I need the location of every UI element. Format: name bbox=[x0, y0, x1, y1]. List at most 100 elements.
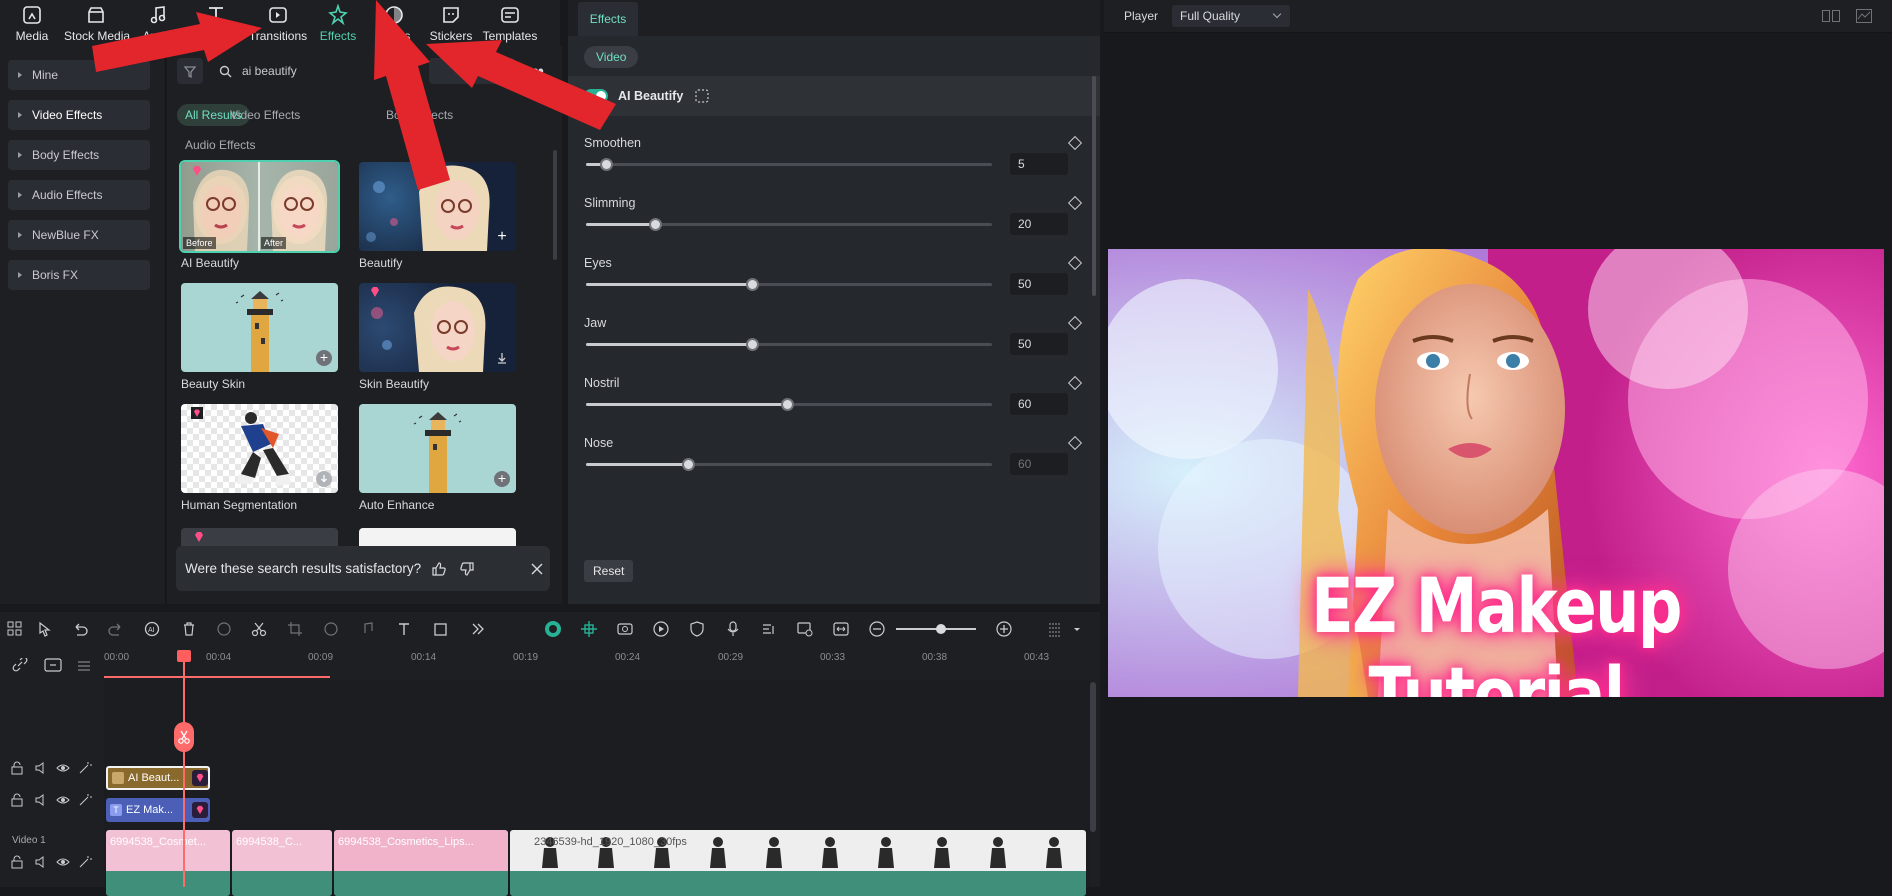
select-pointer-icon[interactable] bbox=[36, 620, 54, 638]
zoom-slider[interactable] bbox=[896, 624, 976, 634]
tab-body-effects[interactable]: Body Effects bbox=[378, 104, 461, 126]
keyframe-icon[interactable] bbox=[1067, 315, 1083, 331]
chevron-down-icon[interactable] bbox=[1072, 620, 1090, 638]
shield-icon[interactable] bbox=[688, 620, 706, 638]
add-icon[interactable]: + bbox=[316, 350, 332, 366]
magic-wand-icon[interactable] bbox=[78, 855, 92, 869]
zoom-slider-handle[interactable] bbox=[936, 624, 946, 634]
close-icon[interactable] bbox=[531, 563, 543, 575]
shape-icon[interactable] bbox=[432, 620, 450, 638]
quality-dropdown[interactable]: Full Quality bbox=[1172, 5, 1290, 27]
tab-audio-effects[interactable]: Audio Effects bbox=[177, 134, 264, 156]
sidebar-item-audio-effects[interactable]: Audio Effects bbox=[8, 180, 150, 210]
effect-card-skin-beautify[interactable]: Skin Beautify bbox=[359, 283, 516, 391]
speaker-icon[interactable] bbox=[34, 855, 48, 869]
param-slider[interactable] bbox=[586, 338, 992, 351]
keyframe-icon[interactable] bbox=[1067, 195, 1083, 211]
toolbar-audio[interactable]: Audio bbox=[128, 4, 188, 43]
color-icon[interactable] bbox=[322, 620, 340, 638]
eye-icon[interactable] bbox=[56, 761, 70, 775]
track-layout-icon[interactable] bbox=[1046, 620, 1064, 638]
toolbar-templates[interactable]: Templates bbox=[478, 4, 542, 43]
more-options-icon[interactable]: ••• bbox=[522, 58, 548, 84]
lock-icon[interactable] bbox=[10, 855, 24, 869]
magic-wand-icon[interactable] bbox=[78, 793, 92, 807]
zoom-in-icon[interactable] bbox=[995, 620, 1013, 638]
voiceover-icon[interactable] bbox=[760, 620, 778, 638]
param-value-input[interactable]: 50 bbox=[1010, 333, 1068, 355]
eye-icon[interactable] bbox=[56, 793, 70, 807]
add-track-icon[interactable] bbox=[44, 658, 62, 672]
param-value-input[interactable]: 50 bbox=[1010, 273, 1068, 295]
results-scrollbar[interactable] bbox=[553, 150, 557, 260]
toolbar-titles[interactable]: Titles bbox=[186, 4, 246, 43]
keyframe-icon[interactable] bbox=[1067, 255, 1083, 271]
thumbs-up-icon[interactable] bbox=[431, 561, 447, 577]
track-manager-icon[interactable] bbox=[76, 658, 92, 672]
video-clip[interactable]: 6994538_Cosmetics_Lips... bbox=[334, 830, 508, 896]
param-value-input[interactable]: 60 bbox=[1010, 393, 1068, 415]
add-icon[interactable]: + bbox=[494, 471, 510, 487]
link-icon[interactable] bbox=[12, 658, 28, 672]
delete-icon[interactable] bbox=[180, 620, 198, 638]
sidebar-item-body-effects[interactable]: Body Effects bbox=[8, 140, 150, 170]
redo-icon[interactable] bbox=[107, 620, 125, 638]
param-slider[interactable] bbox=[586, 398, 992, 411]
search-input[interactable]: ai beautify bbox=[211, 58, 427, 84]
playhead[interactable] bbox=[183, 650, 185, 887]
toolbar-stickers[interactable]: Stickers bbox=[419, 4, 483, 43]
snap-icon[interactable] bbox=[580, 620, 598, 638]
lock-icon[interactable] bbox=[10, 793, 24, 807]
video-clip[interactable]: 2346539-hd_1920_1080_30fps bbox=[510, 830, 1086, 896]
reset-button[interactable]: Reset bbox=[584, 560, 634, 582]
timeline-ruler[interactable]: 00:00 00:04 00:09 00:14 00:19 00:24 00:2… bbox=[104, 648, 1090, 680]
fit-icon[interactable] bbox=[832, 620, 850, 638]
param-slider[interactable] bbox=[586, 458, 992, 471]
filter-button[interactable] bbox=[177, 58, 203, 84]
zoom-out-icon[interactable] bbox=[868, 620, 886, 638]
effect-card-beauty-skin[interactable]: + Beauty Skin bbox=[181, 283, 338, 391]
slider-handle[interactable] bbox=[681, 458, 695, 471]
slider-handle[interactable] bbox=[600, 158, 614, 171]
sidebar-item-boris-fx[interactable]: Boris FX bbox=[8, 260, 150, 290]
tab-effects[interactable]: Effects bbox=[578, 2, 638, 36]
crop-icon[interactable] bbox=[286, 620, 304, 638]
toolbar-stock-media[interactable]: Stock Media bbox=[64, 4, 130, 43]
effect-enable-toggle[interactable] bbox=[584, 89, 608, 103]
audio-icon[interactable] bbox=[358, 620, 376, 638]
magic-wand-icon[interactable] bbox=[78, 761, 92, 775]
detach-icon[interactable] bbox=[215, 620, 233, 638]
video-clip[interactable]: 6994538_Cosmet... bbox=[106, 830, 230, 896]
param-slider[interactable] bbox=[586, 278, 992, 291]
ai-tools-icon[interactable]: AI bbox=[143, 620, 161, 638]
layout-grid-icon[interactable] bbox=[6, 620, 24, 638]
keyframe-icon[interactable] bbox=[1067, 135, 1083, 151]
toolbar-transitions[interactable]: Transitions bbox=[245, 4, 311, 43]
slider-handle[interactable] bbox=[649, 218, 663, 231]
play-circle-icon[interactable] bbox=[652, 620, 670, 638]
download-icon[interactable] bbox=[316, 471, 332, 487]
effect-card-ai-beautify[interactable]: Before After AI Beautify bbox=[179, 160, 340, 270]
tab-video-effects[interactable]: Video Effects bbox=[222, 104, 308, 126]
track-area[interactable]: AI Beaut... T EZ Mak... 6994538_Cosmet..… bbox=[104, 680, 1090, 896]
split-scissors-icon[interactable] bbox=[250, 620, 268, 638]
param-value-input[interactable]: 5 bbox=[1010, 153, 1068, 175]
snapshot-icon[interactable] bbox=[1822, 10, 1840, 22]
more-tools-icon[interactable] bbox=[469, 620, 487, 638]
thumbs-down-icon[interactable] bbox=[459, 561, 475, 577]
effect-card-auto-enhance[interactable]: + Auto Enhance bbox=[359, 404, 516, 512]
microphone-icon[interactable] bbox=[724, 620, 742, 638]
slider-handle[interactable] bbox=[780, 398, 794, 411]
lock-icon[interactable] bbox=[10, 761, 24, 775]
toolbar-effects[interactable]: Effects bbox=[306, 4, 370, 43]
compare-icon[interactable] bbox=[695, 89, 709, 103]
auto-highlight-icon[interactable] bbox=[544, 620, 562, 638]
keyframe-icon[interactable] bbox=[1067, 375, 1083, 391]
video-clip[interactable]: 6994538_C... bbox=[232, 830, 332, 896]
render-icon[interactable] bbox=[616, 620, 634, 638]
param-value-input[interactable]: 20 bbox=[1010, 213, 1068, 235]
playhead-top[interactable] bbox=[177, 650, 191, 662]
toolbar-media[interactable]: Media bbox=[0, 4, 64, 43]
speaker-icon[interactable] bbox=[34, 761, 48, 775]
playhead-split-handle[interactable] bbox=[174, 722, 194, 752]
